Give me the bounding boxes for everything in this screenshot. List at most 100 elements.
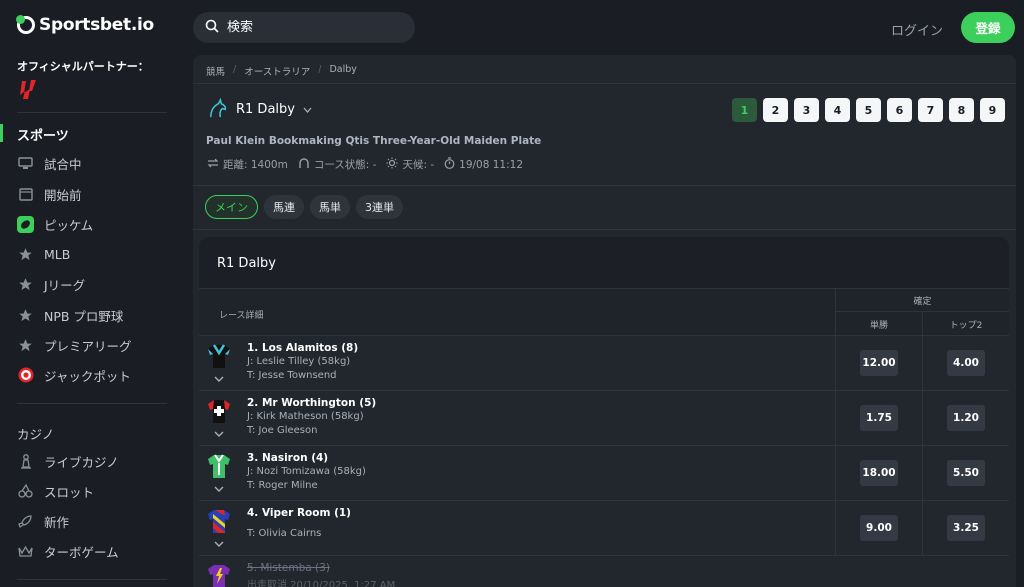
race-number-tabs: 1 2 3 4 5 6 7 8 9 — [732, 98, 1005, 122]
expand-chevron-icon[interactable] — [214, 429, 224, 440]
sidebar-item-jleague[interactable]: Jリーグ — [17, 274, 85, 294]
win-cell: 18.00 — [835, 446, 922, 500]
calendar-icon — [17, 186, 34, 203]
expand-chevron-icon[interactable] — [214, 374, 224, 385]
race-tab-3[interactable]: 3 — [794, 98, 819, 122]
win-odds-button[interactable]: 9.00 — [860, 515, 898, 541]
star-icon — [17, 307, 34, 324]
sidebar-item-label: 試合中 — [44, 156, 82, 172]
brand-logo[interactable]: Sportsbet.io — [16, 15, 154, 35]
sidebar-item-upcoming[interactable]: 開始前 — [17, 184, 82, 204]
stopwatch-icon — [444, 157, 455, 172]
sidebar-item-label: MLB — [44, 246, 71, 262]
win-odds-button[interactable]: 1.75 — [860, 405, 898, 431]
divider — [17, 403, 167, 404]
tab-quinella[interactable]: 馬連 — [264, 195, 304, 219]
race-tab-7[interactable]: 7 — [918, 98, 943, 122]
logo-mark-icon — [16, 15, 35, 34]
sidebar-item-label: スロット — [44, 484, 95, 500]
breadcrumb-separator: / — [233, 64, 237, 75]
win-cell: 9.00 — [835, 501, 922, 555]
laliga-logo-icon[interactable] — [19, 79, 39, 101]
top2-odds-button[interactable]: 5.50 — [947, 460, 985, 486]
expand-chevron-icon[interactable] — [214, 539, 224, 550]
header-win: 単勝 — [835, 312, 922, 336]
sidebar-item-new[interactable]: 新作 — [17, 511, 69, 531]
partner-label: オフィシャルパートナー： — [17, 60, 149, 73]
jockey-silk-icon — [208, 344, 230, 368]
race-tab-9[interactable]: 9 — [980, 98, 1005, 122]
sports-title[interactable]: スポーツ — [17, 125, 69, 144]
tab-main[interactable]: メイン — [205, 195, 258, 219]
search-input[interactable] — [227, 20, 397, 35]
login-link[interactable]: ログイン — [891, 20, 943, 39]
sidebar-item-live[interactable]: 試合中 — [17, 153, 82, 173]
runner-name: 5. Mistemba (3) — [247, 562, 330, 574]
breadcrumb-item[interactable]: 競馬 — [206, 64, 225, 78]
sidebar-item-label: ジャックポット — [44, 368, 131, 384]
divider — [193, 229, 1016, 230]
sidebar-item-jackpot[interactable]: ジャックポット — [17, 365, 131, 385]
target-icon — [17, 367, 34, 384]
race-tab-5[interactable]: 5 — [856, 98, 881, 122]
top2-odds-button[interactable]: 1.20 — [947, 405, 985, 431]
runner-trainer: T: Jesse Townsend — [247, 370, 337, 381]
casino-title[interactable]: カジノ — [17, 424, 54, 443]
race-tab-8[interactable]: 8 — [949, 98, 974, 122]
sidebar-item-live-casino[interactable]: ライブカジノ — [17, 451, 119, 471]
chess-icon — [17, 453, 34, 470]
search-bar[interactable] — [193, 12, 415, 43]
start-time-info: 19/08 11:12 — [444, 157, 523, 172]
runner-name: 2. Mr Worthington (5) — [247, 397, 377, 409]
race-selector[interactable]: R1 Dalby — [236, 102, 312, 117]
distance-text: 距離: 1400m — [223, 159, 288, 171]
sidebar-item-label: 開始前 — [44, 187, 82, 203]
sidebar-item-slots[interactable]: スロット — [17, 481, 94, 501]
tab-trifecta[interactable]: 3連単 — [356, 195, 403, 219]
win-cell: 12.00 — [835, 336, 922, 390]
jockey-silk-icon — [208, 510, 230, 533]
header-top2: トップ2 — [922, 312, 1009, 336]
win-odds-button[interactable]: 18.00 — [860, 460, 898, 486]
race-tab-4[interactable]: 4 — [825, 98, 850, 122]
sidebar-item-npb[interactable]: NPB プロ野球 — [17, 305, 123, 325]
top2-odds-button[interactable]: 3.25 — [947, 515, 985, 541]
runner-jockey: J: Leslie Tilley (58kg) — [247, 356, 351, 367]
race-card: R1 Dalby レース詳細 確定 単勝 トップ2 1. Los Alamito… — [199, 237, 1009, 587]
distance-info: 距離: 1400m — [207, 157, 288, 172]
chevron-down-icon — [303, 102, 312, 117]
register-button[interactable]: 登録 — [961, 12, 1015, 43]
race-tab-6[interactable]: 6 — [887, 98, 912, 122]
table-row: 1. Los Alamitos (8) J: Leslie Tilley (58… — [199, 335, 1009, 390]
sidebar-item-label: ライブカジノ — [44, 454, 119, 470]
active-indicator — [0, 124, 3, 142]
race-meta: 距離: 1400m コース状態: - 天候: - 19/08 11:12 — [207, 157, 523, 172]
win-odds-button[interactable]: 12.00 — [860, 350, 898, 376]
monitor-icon — [17, 155, 34, 172]
race-tab-1[interactable]: 1 — [732, 98, 757, 122]
sidebar-item-label: 新作 — [44, 514, 70, 530]
top2-odds-button[interactable]: 4.00 — [947, 350, 985, 376]
runner-trainer: T: Joe Gleeson — [247, 425, 318, 436]
sidebar-item-premier-league[interactable]: プレミアリーグ — [17, 335, 132, 355]
expand-chevron-icon[interactable] — [214, 484, 224, 495]
sidebar-item-turbo-games[interactable]: ターボゲーム — [17, 541, 119, 561]
horse-racing-icon — [210, 98, 227, 118]
breadcrumb-item[interactable]: オーストラリア — [244, 64, 310, 78]
tab-exacta[interactable]: 馬単 — [310, 195, 350, 219]
main-panel: 競馬 / オーストラリア / Dalby R1 Dalby 1 2 3 4 5 … — [193, 55, 1016, 587]
sidebar-item-mlb[interactable]: MLB — [17, 244, 70, 264]
place-cell: 4.00 — [922, 336, 1009, 390]
table-row-scratched: 5. Mistemba (3) 出走取消 20/10/2025, 1:27 AM — [199, 555, 1009, 587]
start-time-text: 19/08 11:12 — [459, 158, 523, 171]
race-tab-2[interactable]: 2 — [763, 98, 788, 122]
runner-name: 3. Nasiron (4) — [247, 452, 329, 464]
sidebar-item-pickem[interactable]: ピッケム — [17, 214, 93, 234]
weather-text: 天候: - — [402, 159, 435, 171]
star-icon — [17, 246, 34, 263]
breadcrumb-item[interactable]: Dalby — [329, 64, 356, 78]
jockey-silk-icon — [208, 454, 230, 478]
crown-icon — [17, 543, 34, 560]
course-text: コース状態: - — [313, 159, 377, 171]
sidebar-item-label: Jリーグ — [44, 277, 86, 293]
